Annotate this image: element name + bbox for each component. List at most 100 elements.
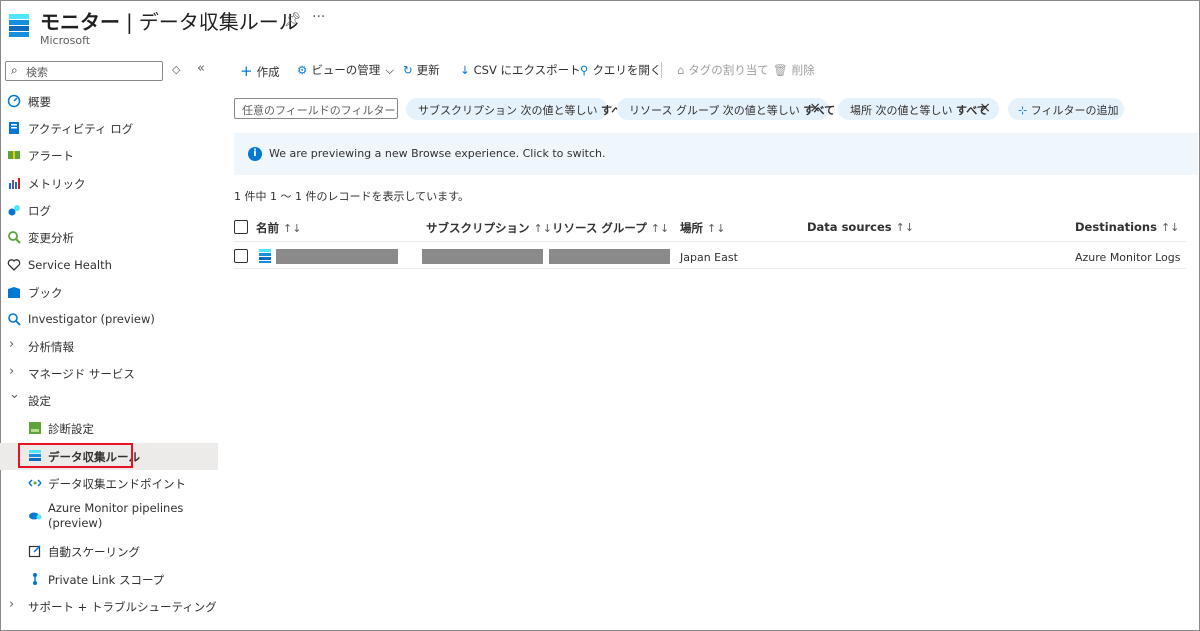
export-csv-label: CSV にエクスポート <box>473 63 581 77</box>
row-checkbox[interactable] <box>234 249 248 263</box>
sidebar-search-input[interactable]: ⌕ 検索 <box>5 61 163 81</box>
delete-button[interactable]: 🗑︎ 削除 <box>773 62 815 78</box>
highlight-box <box>18 443 133 468</box>
assign-tags-button[interactable]: ⌂ タグの割り当て <box>677 62 769 78</box>
sidebar-item-label: 自動スケーリング <box>48 545 140 559</box>
sidebar-item-autoscale[interactable]: 自動スケーリング <box>0 538 218 565</box>
sidebar-item-alerts[interactable]: アラート <box>0 142 218 169</box>
page-header: モニター | データ収集ルール 📌︎ ··· Microsoft <box>0 0 1200 56</box>
filter-placeholder: 任意のフィールドのフィルター... <box>242 104 398 117</box>
select-all-checkbox[interactable] <box>234 220 248 234</box>
open-query-button[interactable]: ⚲ クエリを開く <box>580 62 661 78</box>
sidebar-item-label: Azure Monitor pipelines <box>48 501 184 515</box>
export-csv-button[interactable]: ↓ CSV にエクスポート <box>460 62 581 78</box>
sidebar-item-investigator[interactable]: Investigator (preview) <box>0 306 218 333</box>
sidebar-item-activity-log[interactable]: アクティビティ ログ <box>0 115 218 142</box>
sidebar-item-label: マネージド サービス <box>28 367 135 381</box>
sidebar-item-label: Investigator (preview) <box>28 312 155 326</box>
column-header-subscription[interactable]: サブスクリプション ↑↓ <box>426 220 552 236</box>
sidebar-item-diagnostic-settings[interactable]: 診断設定 <box>0 415 218 442</box>
add-filter-label: フィルターの追加 <box>1030 104 1119 117</box>
column-header-data-sources[interactable]: Data sources ↑↓ <box>807 220 914 234</box>
redacted-name-link[interactable] <box>276 249 398 264</box>
sort-icon: ↑↓ <box>283 222 302 235</box>
filter-input[interactable]: 任意のフィールドのフィルター... <box>234 98 398 119</box>
cell-destinations: Azure Monitor Logs <box>1075 251 1181 264</box>
search-icon: ⌕ <box>11 63 18 77</box>
column-header-location[interactable]: 場所 ↑↓ <box>680 220 725 236</box>
sidebar-item-logs[interactable]: ログ <box>0 197 218 224</box>
sidebar-item-service-health[interactable]: Service Health <box>0 252 218 279</box>
sidebar-collapse-button[interactable]: « <box>197 61 205 76</box>
heart-icon <box>7 259 21 271</box>
chevron-right-icon: › <box>9 364 15 379</box>
sidebar-item-workbooks[interactable]: ブック <box>0 279 218 306</box>
sidebar-item-label: 分析情報 <box>28 340 74 354</box>
chevron-down-icon: ⌵ <box>385 63 395 77</box>
download-icon: ↓ <box>460 63 470 77</box>
column-header-resource-group[interactable]: リソース グループ ↑↓ <box>552 220 669 236</box>
sort-icon: ↑↓ <box>707 222 726 235</box>
metrics-icon <box>9 178 20 189</box>
column-header-destinations[interactable]: Destinations ↑↓ <box>1075 220 1179 234</box>
banner-message: We are previewing a new Browse experienc… <box>269 147 606 160</box>
header-divider <box>234 241 1186 242</box>
pin-icon[interactable]: 📌︎ <box>284 12 302 28</box>
gear-icon: ⚙ <box>297 63 308 77</box>
more-options-button[interactable]: ··· <box>312 9 325 25</box>
sort-icon: ↑↓ <box>533 222 552 235</box>
redacted-resource-group <box>549 249 670 264</box>
sidebar-item-metrics[interactable]: メトリック <box>0 170 218 197</box>
sidebar-item-insights[interactable]: › 分析情報 <box>0 333 218 360</box>
filter-pill-resource-group[interactable]: リソース グループ 次の値と等しい すべて × <box>617 98 835 120</box>
manage-view-button[interactable]: ⚙ ビューの管理 ⌵ <box>297 62 394 78</box>
close-icon[interactable]: × <box>979 100 991 116</box>
pipeline-icon <box>29 512 42 520</box>
preview-banner[interactable]: i We are previewing a new Browse experie… <box>234 133 1198 175</box>
sidebar-item-managed-services[interactable]: › マネージド サービス <box>0 360 218 387</box>
autoscale-icon <box>28 545 41 558</box>
sidebar-item-label-line2: (preview) <box>48 516 103 530</box>
manage-view-label: ビューの管理 <box>311 63 381 77</box>
sidebar-item-label: Private Link スコープ <box>48 573 165 587</box>
records-count: 1 件中 1 ～ 1 件のレコードを表示しています。 <box>234 190 470 203</box>
pill-text: 場所 次の値と等しい <box>850 104 953 117</box>
open-query-label: クエリを開く <box>592 63 662 77</box>
monitor-logo-icon <box>9 14 29 37</box>
row-divider <box>234 268 1186 269</box>
add-filter-icon: ⊹ <box>1018 104 1028 117</box>
sidebar-item-data-collection-endpoints[interactable]: データ収集エンドポイント <box>0 470 218 497</box>
sidebar-item-private-link-scopes[interactable]: Private Link スコープ <box>0 566 218 593</box>
investigator-icon <box>8 313 21 326</box>
title-main: モニター <box>40 10 120 34</box>
sidebar-item-label: データ収集エンドポイント <box>48 477 186 491</box>
filter-pill-subscription[interactable]: サブスクリプション 次の値と等しい すべて <box>406 98 633 120</box>
sidebar-item-support-troubleshooting[interactable]: › サポート + トラブルシューティング <box>0 593 218 620</box>
column-label: 名前 <box>256 221 279 235</box>
endpoint-icon <box>28 479 42 487</box>
close-icon[interactable]: × <box>809 100 821 116</box>
sidebar-item-label: ログ <box>28 204 51 218</box>
page-title: モニター | データ収集ルール <box>40 6 299 35</box>
filter-pill-location[interactable]: 場所 次の値と等しい すべて × <box>838 98 999 120</box>
sort-icon: ↑↓ <box>895 221 915 234</box>
pill-text: リソース グループ 次の値と等しい <box>629 104 800 117</box>
plus-icon: + <box>240 62 253 80</box>
sidebar-item-label: サポート + トラブルシューティング <box>28 600 217 614</box>
assign-tags-label: タグの割り当て <box>688 63 769 77</box>
sidebar-sort-toggle[interactable]: ◇ <box>172 63 180 76</box>
column-header-name[interactable]: 名前 ↑↓ <box>256 220 301 236</box>
diagnostic-settings-icon <box>29 422 41 434</box>
add-filter-button[interactable]: ⊹ フィルターの追加 <box>1008 98 1124 120</box>
sidebar-item-label: アクティビティ ログ <box>28 122 134 136</box>
sidebar-item-settings[interactable]: ⌄ 設定 <box>0 387 218 414</box>
sidebar-item-overview[interactable]: 概要 <box>0 88 218 115</box>
sidebar-item-azure-monitor-pipelines[interactable]: Azure Monitor pipelines (preview) <box>0 497 218 537</box>
sidebar-item-change-analysis[interactable]: 変更分析 <box>0 224 218 251</box>
chevron-down-icon: ⌄ <box>9 387 20 402</box>
sidebar-item-label: 変更分析 <box>28 231 74 245</box>
create-button[interactable]: + 作成 <box>240 62 280 80</box>
sidebar-item-label: ブック <box>28 286 63 300</box>
private-link-icon <box>33 573 37 585</box>
refresh-button[interactable]: ↻ 更新 <box>403 62 440 78</box>
